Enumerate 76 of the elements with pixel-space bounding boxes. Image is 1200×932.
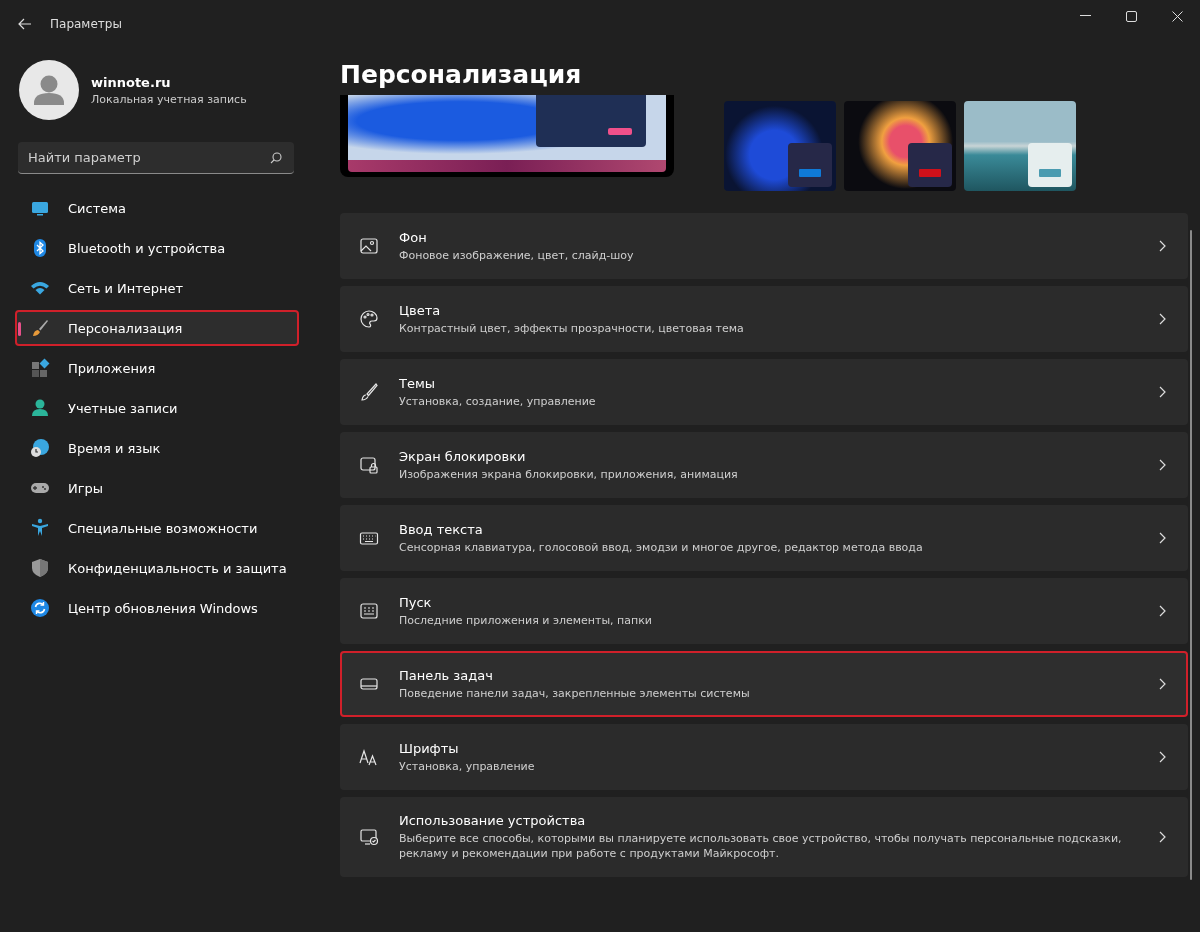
category-icon — [30, 438, 50, 458]
close-icon — [1171, 10, 1183, 22]
setting-icon — [359, 455, 379, 475]
sidebar-item[interactable]: Центр обновления Windows — [15, 590, 299, 626]
setting-title: Цвета — [399, 302, 442, 318]
setting-title: Экран блокировки — [399, 448, 527, 464]
maximize-icon — [1125, 10, 1137, 22]
account-type: Локальная учетная запись — [91, 92, 247, 106]
setting-description: Фоновое изображение, цвет, слайд-шоу — [399, 247, 635, 263]
settings-card[interactable]: Шрифты Установка, управление — [340, 724, 1188, 790]
scrollbar[interactable] — [1190, 230, 1192, 880]
settings-card[interactable]: Цвета Контрастный цвет, эффекты прозрачности, цветовая тема — [340, 286, 1188, 352]
chevron-icon — [1159, 532, 1166, 544]
sidebar-item[interactable]: Игры — [15, 470, 299, 506]
sidebar-item[interactable]: Приложения — [15, 350, 299, 386]
setting-title: Панель задач — [399, 667, 494, 683]
setting-title: Темы — [399, 375, 436, 391]
setting-title: Использование устройства — [399, 813, 587, 828]
setting-title: Пуск — [399, 594, 433, 610]
page-title: Персонализация — [340, 60, 583, 89]
sidebar-item[interactable]: Сеть и Интернет — [15, 270, 299, 306]
chevron-icon — [1159, 605, 1166, 617]
setting-description: Сенсорная клавиатура, голосовой ввод, эмодзи и многое другое, редактор метода ввода — [399, 539, 924, 555]
settings-card[interactable]: Экран блокировки Изображения экрана блокировки, приложения, анимация — [340, 432, 1188, 498]
back-arrow-icon — [18, 18, 32, 30]
chevron-icon — [1159, 831, 1166, 843]
setting-icon — [359, 747, 379, 767]
category-icon — [30, 318, 50, 338]
search-field[interactable]: Найти параметр — [18, 142, 294, 174]
settings-card[interactable]: Темы Установка, создание, управление — [340, 359, 1188, 425]
settings-card[interactable]: Использование устройства Выберите все способы, которыми вы планируете использовать свое устройство, чтобы получать персональные подсказки, рекламу и рекомендации при работе с продуктами Майкрософт. — [340, 797, 1188, 877]
sidebar-item[interactable]: Персонализация — [15, 310, 299, 346]
chevron-icon — [1159, 240, 1166, 252]
sidebar-item[interactable]: Специальные возможности — [15, 510, 299, 546]
setting-title: Фон — [399, 229, 428, 245]
setting-icon — [359, 601, 379, 621]
setting-icon — [359, 382, 379, 402]
account-name: winnote.ru — [91, 74, 172, 90]
category-icon — [30, 598, 50, 618]
chevron-icon — [1159, 751, 1166, 763]
setting-icon — [359, 309, 379, 329]
window-title: Параметры — [50, 17, 122, 31]
settings-card[interactable]: Панель задач Поведение панели задач, закрепленные элементы системы — [340, 651, 1188, 717]
sidebar-item[interactable]: Система — [15, 190, 299, 226]
theme-thumbnail[interactable] — [724, 101, 836, 191]
search-icon — [270, 152, 282, 164]
setting-title: Шрифты — [399, 740, 460, 756]
setting-description: Установка, управление — [399, 758, 536, 774]
theme-thumbnail[interactable] — [964, 101, 1076, 191]
settings-card[interactable]: Фон Фоновое изображение, цвет, слайд-шоу — [340, 213, 1188, 279]
category-icon — [30, 518, 50, 538]
avatar-icon — [19, 60, 79, 120]
setting-description: Изображения экрана блокировки, приложения, анимация — [399, 466, 739, 482]
setting-description: Контрастный цвет, эффекты прозрачности, цветовая тема — [399, 320, 745, 336]
minimize-icon — [1079, 15, 1091, 17]
setting-description: Установка, создание, управление — [399, 393, 597, 409]
sidebar-item[interactable]: Учетные записи — [15, 390, 299, 426]
category-icon — [30, 358, 50, 378]
theme-thumbnail[interactable] — [844, 101, 956, 191]
setting-icon — [359, 236, 379, 256]
chevron-icon — [1159, 386, 1166, 398]
setting-description: Выберите все способы, которыми вы планируете использовать свое устройство, чтобы получать персональные подсказки, рекламу и рекомендации при работе с продуктами Майкрософт. — [399, 831, 1123, 861]
category-icon — [30, 558, 50, 578]
chevron-icon — [1159, 313, 1166, 325]
sidebar-item[interactable]: Bluetooth и устройства — [15, 230, 299, 266]
chevron-icon — [1159, 678, 1166, 690]
setting-title: Ввод текста — [399, 521, 484, 537]
settings-card[interactable]: Пуск Последние приложения и элементы, папки — [340, 578, 1188, 644]
category-icon — [30, 398, 50, 418]
setting-description: Поведение панели задач, закрепленные элементы системы — [399, 685, 751, 701]
setting-icon — [359, 827, 379, 847]
chevron-icon — [1159, 459, 1166, 471]
settings-card[interactable]: Ввод текста Сенсорная клавиатура, голосовой ввод, эмодзи и многое другое, редактор метода ввода — [340, 505, 1188, 571]
sidebar-item[interactable]: Время и язык — [15, 430, 299, 466]
setting-description: Последние приложения и элементы, папки — [399, 612, 654, 628]
sidebar-item[interactable]: Конфиденциальность и защита — [15, 550, 299, 586]
